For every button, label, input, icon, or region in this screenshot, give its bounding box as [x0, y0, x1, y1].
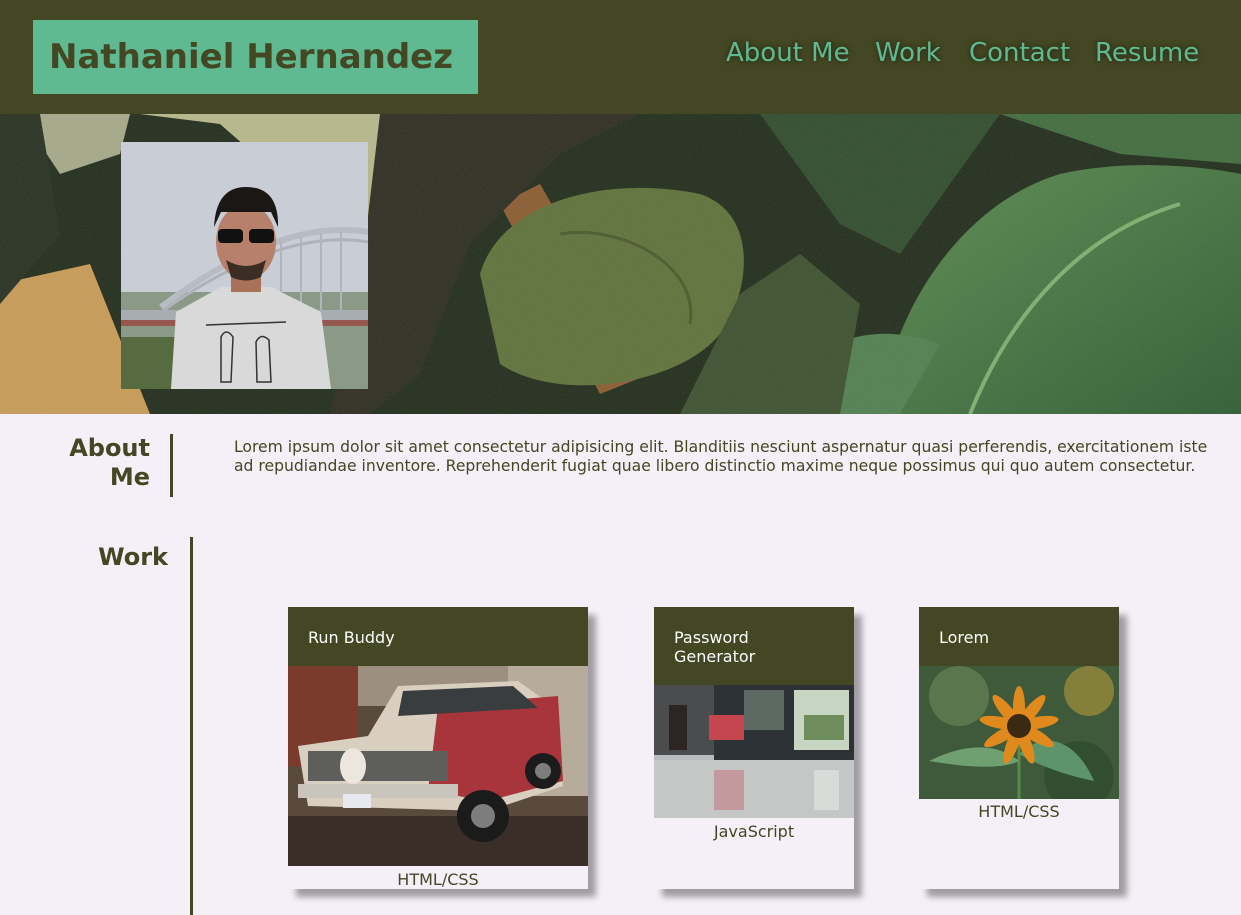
- project-tech-tag: JavaScript: [713, 822, 795, 841]
- nav-link-about-me[interactable]: About Me: [726, 38, 850, 68]
- work-heading: Work: [60, 537, 193, 915]
- site-name: Nathaniel Hernandez: [49, 37, 454, 77]
- project-image-gallery[interactable]: [654, 685, 854, 818]
- nav-link-resume[interactable]: Resume: [1095, 38, 1199, 68]
- profile-photo: [121, 142, 368, 389]
- about-me-text: Lorem ipsum dolor sit amet consectetur a…: [234, 438, 1208, 475]
- project-tech-tag: HTML/CSS: [397, 870, 479, 889]
- nav-link-contact[interactable]: Contact: [969, 38, 1070, 68]
- project-title: Lorem: [919, 607, 1119, 666]
- about-me-heading: About Me: [40, 434, 173, 497]
- site-logo[interactable]: Nathaniel Hernandez: [33, 20, 478, 94]
- project-tech-tag: HTML/CSS: [978, 802, 1060, 821]
- project-image-truck[interactable]: [288, 666, 588, 866]
- nav-link-work[interactable]: Work: [875, 38, 941, 68]
- project-title: Password Generator: [654, 607, 854, 685]
- project-image-flower[interactable]: [919, 666, 1119, 799]
- hero-banner: [0, 114, 1241, 414]
- project-card-password-generator[interactable]: Password Generator JavaScript: [654, 607, 854, 889]
- project-title: Run Buddy: [288, 607, 588, 666]
- project-card-lorem[interactable]: Lorem HTML/CSS: [919, 607, 1119, 889]
- project-card-run-buddy[interactable]: Run Buddy HTML/CSS: [288, 607, 588, 889]
- site-header: Nathaniel Hernandez About Me Work Contac…: [0, 0, 1241, 114]
